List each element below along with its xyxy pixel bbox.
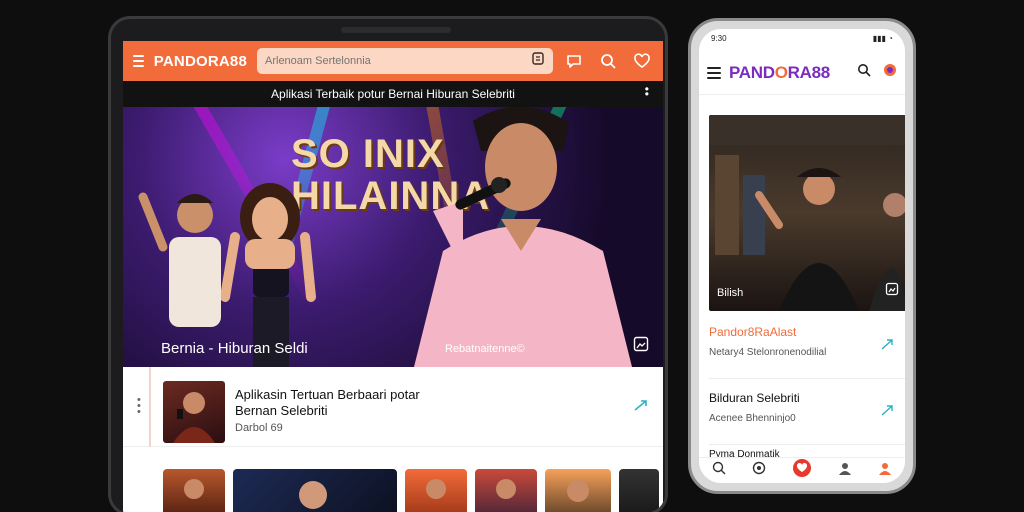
menu-icon[interactable] [133,55,144,67]
signal-icon: ▮▮▮ ◔ [872,33,893,43]
tablet-device: PANDORA88 Aplikasi Terbaik pot [108,16,668,512]
more-vertical-icon[interactable]: • • • [137,395,141,418]
main-singer-image [414,107,632,367]
notification-icon[interactable] [883,63,897,82]
search-input[interactable] [265,55,505,67]
heart-icon[interactable] [631,50,653,72]
thumbnail-card[interactable] [619,469,659,512]
male-performer-image [138,192,221,327]
play-icon[interactable] [752,461,766,480]
article-meta: Darbol 69 [235,422,283,434]
tablet-top-bar: PANDORA88 [123,41,663,81]
message-icon[interactable] [563,50,585,72]
phone-hero-image[interactable]: Bilish [709,115,905,311]
menu-icon[interactable] [707,66,721,79]
thumbnail-card[interactable] [163,469,225,512]
featured-article[interactable]: • • • Aplikasin Tertuan Berbaari potar Ber… [123,367,663,447]
share-icon[interactable] [633,397,649,418]
bottom-nav [699,457,905,483]
female-performer-image [220,183,316,367]
chat-icon[interactable] [531,51,545,71]
phone-device: 9:30 ▮▮▮ ◔ PANDORA88 Bilish Pandor8RaAla… [688,18,916,494]
hero-caption: Bernia - Hiburan Seldi [161,340,308,357]
divider [149,367,151,447]
list-item[interactable]: Bilduran Selebriti Acenee Bhenninjo0 [709,391,905,445]
status-bar: 9:30 ▮▮▮ ◔ [699,29,905,47]
logo-text-prefix: PAND [729,62,775,82]
list-item-title: Pandor8RaAlast [709,325,797,339]
search-icon[interactable] [712,461,726,480]
list-item-subtitle: Netary4 Stelonronenodilial [709,347,827,358]
more-vertical-icon[interactable]: • • [645,83,649,100]
search-icon[interactable] [857,63,871,82]
thumbnail-card[interactable] [405,469,467,512]
hero-caption: Bilish [717,287,744,299]
hero-banner[interactable]: SO INIX HILAINNA Bernia - Hiburan Seldi … [123,107,663,367]
bookmark-icon[interactable] [885,282,899,301]
ticker-text: Aplikasi Terbaik potur Bernai Hiburan Se… [271,87,515,101]
tablet-screen: PANDORA88 Aplikasi Terbaik pot [123,41,663,512]
thumbnail-card[interactable] [233,469,397,512]
top-actions [563,50,653,72]
thumbnail-row [163,469,659,512]
article-title[interactable]: Aplikasin Tertuan Berbaari potar Bernan … [235,387,465,419]
share-icon[interactable] [881,403,893,421]
logo-text-suffix: RA88 [787,62,831,82]
phone-header: PANDORA88 [699,51,905,95]
thumbnail-card[interactable] [545,469,611,512]
headline-ticker[interactable]: Aplikasi Terbaik potur Bernai Hiburan Se… [123,81,663,107]
bookmark-icon[interactable] [633,336,649,357]
list-item-subtitle: Acenee Bhenninjo0 [709,413,796,424]
logo-text-o: O [774,62,788,82]
phone-screen: 9:30 ▮▮▮ ◔ PANDORA88 Bilish Pandor8RaAla… [699,29,905,483]
app-logo[interactable]: PANDORA88 [154,53,247,70]
status-time: 9:30 [711,33,727,43]
profile-icon[interactable] [838,461,852,480]
list-item[interactable]: Pandor8RaAlast Netary4 Stelonronenodilia… [709,325,905,379]
heart-icon[interactable] [792,458,812,483]
search-bar[interactable] [257,48,553,74]
article-thumbnail[interactable] [163,381,225,443]
app-logo[interactable]: PANDORA88 [729,63,830,83]
hero-caption-secondary: Rebatnaitenne© [445,343,525,355]
share-icon[interactable] [881,337,893,355]
tablet-speaker [341,27,451,33]
list-item-title: Bilduran Selebriti [709,391,800,405]
search-icon[interactable] [597,50,619,72]
thumbnail-card[interactable] [475,469,537,512]
account-icon[interactable] [878,461,892,480]
